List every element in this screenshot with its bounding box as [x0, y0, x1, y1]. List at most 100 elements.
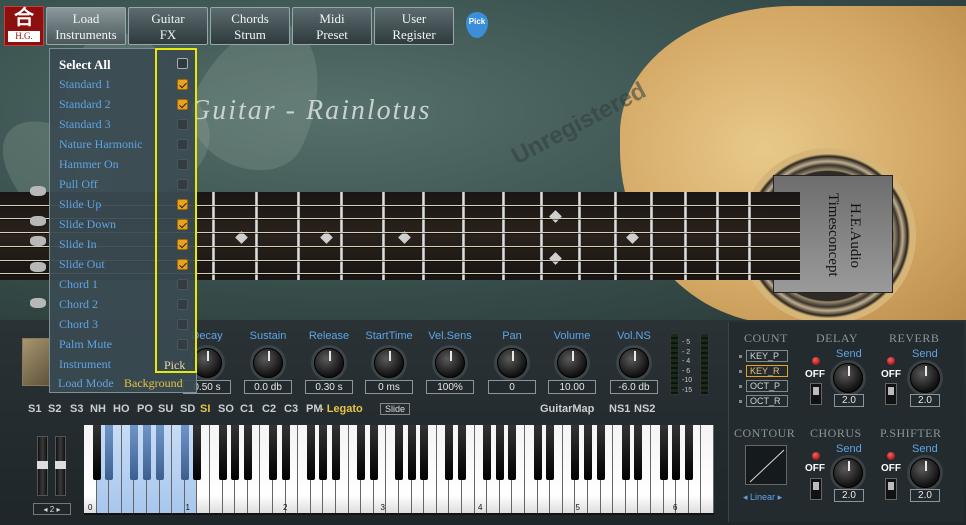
count-option-key-r[interactable]: KEY_R [746, 365, 788, 377]
articulation-s2[interactable]: S2 [48, 403, 61, 415]
reverb-value: 2.0 [910, 394, 940, 407]
ns1-button[interactable]: NS1 [609, 403, 630, 415]
octave-label: 3 [380, 503, 385, 512]
reverb-send-knob[interactable] [910, 363, 940, 393]
black-key[interactable] [142, 425, 151, 480]
contour-curve-display[interactable] [745, 445, 787, 485]
tuning-peg [30, 298, 46, 308]
knob-value: 100% [426, 380, 474, 394]
reverb-label: REVERB [889, 331, 940, 345]
delay-send-knob[interactable] [833, 363, 863, 393]
black-key[interactable] [621, 425, 630, 480]
articulation-legato[interactable]: - Legato [320, 403, 363, 415]
pshifter-send-knob[interactable] [910, 458, 940, 488]
mod-wheel[interactable] [55, 436, 66, 496]
guitar-map-button[interactable]: GuitarMap [540, 403, 594, 415]
black-key[interactable] [445, 425, 454, 480]
black-key[interactable] [495, 425, 504, 480]
knob-release[interactable] [314, 348, 344, 378]
articulation-sd[interactable]: SD [180, 403, 195, 415]
black-key[interactable] [319, 425, 328, 480]
black-key[interactable] [394, 425, 403, 480]
chorus-send-knob[interactable] [833, 458, 863, 488]
reverb-toggle[interactable] [885, 383, 897, 405]
black-key[interactable] [546, 425, 555, 480]
articulation-nh[interactable]: NH [90, 403, 106, 415]
black-key[interactable] [331, 425, 340, 480]
black-key[interactable] [420, 425, 429, 480]
instrument-row-label: Palm Mute [59, 337, 112, 351]
black-key[interactable] [306, 425, 315, 480]
black-key[interactable] [92, 425, 101, 480]
black-key[interactable] [407, 425, 416, 480]
knob-sustain[interactable] [253, 348, 283, 378]
logo-sub: H.G. [8, 31, 40, 42]
contour-label: CONTOUR [734, 426, 796, 440]
load-mode-value[interactable]: Background [124, 376, 183, 391]
knob-volns[interactable] [619, 348, 649, 378]
black-key[interactable] [231, 425, 240, 480]
instrument-row-label: Slide In [59, 237, 97, 251]
delay-toggle[interactable] [810, 383, 822, 405]
knob-velsens[interactable] [435, 348, 465, 378]
black-key[interactable] [180, 425, 189, 480]
articulation-po[interactable]: PO [137, 403, 153, 415]
user-register-button[interactable]: User Register [374, 7, 454, 45]
black-key[interactable] [483, 425, 492, 480]
count-option-oct-p[interactable]: OCT_P [746, 380, 788, 392]
reverb-off-label: OFF [881, 369, 901, 380]
black-key[interactable] [193, 425, 202, 480]
articulation-s3[interactable]: S3 [70, 403, 83, 415]
slide-button[interactable]: Slide [380, 403, 410, 415]
black-key[interactable] [105, 425, 114, 480]
ns2-button[interactable]: NS2 [634, 403, 655, 415]
black-key[interactable] [218, 425, 227, 480]
chorus-toggle[interactable] [810, 478, 822, 500]
midi-preset-button[interactable]: Midi Preset [292, 7, 372, 45]
articulation-s1[interactable]: S1 [28, 403, 41, 415]
black-key[interactable] [243, 425, 252, 480]
black-key[interactable] [457, 425, 466, 480]
articulation-so[interactable]: SO [218, 403, 234, 415]
articulation-c2[interactable]: C2 [262, 403, 276, 415]
black-key[interactable] [268, 425, 277, 480]
level-meter-right [700, 333, 709, 395]
black-key[interactable] [596, 425, 605, 480]
count-option-key-p[interactable]: KEY_P [746, 350, 788, 362]
black-key[interactable] [155, 425, 164, 480]
black-key[interactable] [634, 425, 643, 480]
white-key[interactable] [701, 425, 714, 513]
articulation-c3[interactable]: C3 [284, 403, 298, 415]
articulation-c1[interactable]: C1 [240, 403, 254, 415]
articulation-ho[interactable]: HO [113, 403, 130, 415]
articulation-si[interactable]: SI [200, 403, 210, 415]
black-key[interactable] [130, 425, 139, 480]
knob-starttime[interactable] [374, 348, 404, 378]
black-key[interactable] [659, 425, 668, 480]
knob-value: -6.0 db [610, 380, 658, 394]
black-key[interactable] [357, 425, 366, 480]
chords-strum-button[interactable]: Chords Strum [210, 7, 290, 45]
black-key[interactable] [281, 425, 290, 480]
load-instruments-button[interactable]: Load Instruments [46, 7, 126, 45]
knob-pan[interactable] [497, 348, 527, 378]
checkbox-highlight-frame [155, 48, 197, 373]
black-key[interactable] [684, 425, 693, 480]
black-key[interactable] [369, 425, 378, 480]
black-key[interactable] [571, 425, 580, 480]
octave-label: 0 [88, 503, 93, 512]
dropdown-pick-button[interactable]: Pick [164, 358, 185, 373]
pshifter-toggle[interactable] [885, 478, 897, 500]
knob-volume[interactable] [557, 348, 587, 378]
articulation-su[interactable]: SU [158, 403, 173, 415]
black-key[interactable] [583, 425, 592, 480]
guitar-fx-button[interactable]: Guitar FX [128, 7, 208, 45]
black-key[interactable] [672, 425, 681, 480]
instrument-thumbnail [22, 338, 50, 386]
black-key[interactable] [508, 425, 517, 480]
count-option-oct-r[interactable]: OCT_R [746, 395, 788, 407]
contour-mode-selector[interactable]: ◂ Linear ▸ [743, 492, 782, 503]
pitchbend-range[interactable]: ◂ 2 ▸ [33, 503, 71, 515]
pitch-wheel[interactable] [37, 436, 48, 496]
black-key[interactable] [533, 425, 542, 480]
